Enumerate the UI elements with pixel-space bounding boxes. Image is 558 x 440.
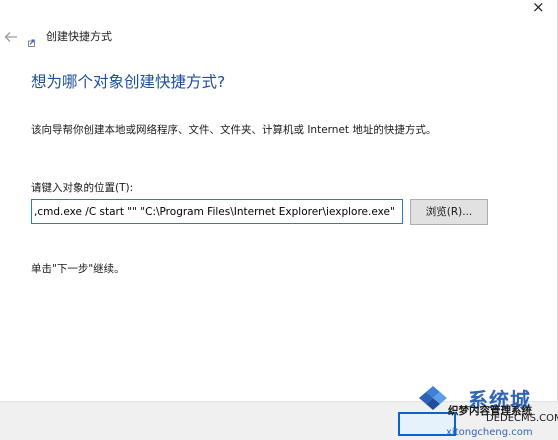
shortcut-wizard-icon	[28, 32, 36, 47]
browse-button[interactable]: 浏览(R)...	[410, 199, 488, 225]
title-bar: 创建快捷方式	[0, 22, 557, 48]
wizard-description: 该向导帮你创建本地或网络程序、文件、文件夹、计算机或 Internet 地址的快…	[31, 124, 437, 136]
back-arrow-icon[interactable]	[4, 28, 18, 42]
next-hint-text: 单击"下一步"继续。	[31, 263, 125, 275]
page-heading: 想为哪个对象创建快捷方式?	[31, 73, 226, 91]
close-button[interactable]: ×	[532, 0, 545, 15]
location-input[interactable]	[31, 199, 403, 224]
location-label: 请键入对象的位置(T):	[31, 182, 134, 194]
footer-bar	[0, 401, 558, 440]
create-shortcut-window: × 创建快捷方式 想为哪个对象创建快捷方式? 该向导帮你创建本地或网络程序、文件…	[0, 0, 558, 440]
window-title: 创建快捷方式	[46, 30, 112, 43]
next-button[interactable]	[398, 412, 456, 436]
